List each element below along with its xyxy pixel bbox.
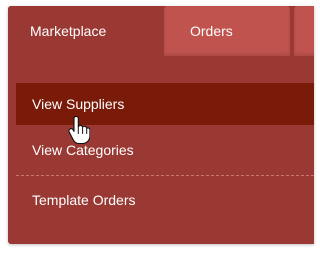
menu-item-label: View Suppliers — [32, 96, 125, 112]
hand-pointer-icon — [68, 116, 90, 144]
marketplace-dropdown-menu: View Suppliers View Categories Template … — [16, 83, 314, 225]
menu-item-view-categories[interactable]: View Categories — [16, 125, 314, 175]
tab-marketplace-label: Marketplace — [30, 23, 107, 39]
menu-item-label: Template Orders — [32, 192, 136, 208]
tab-orders[interactable]: Orders — [164, 6, 290, 56]
marketplace-menu-panel: Marketplace Orders View Suppliers View C… — [8, 6, 314, 244]
tab-orders-label: Orders — [190, 23, 233, 39]
menu-item-label: View Categories — [32, 142, 134, 158]
tab-partially-visible[interactable] — [294, 6, 314, 56]
menu-item-template-orders[interactable]: Template Orders — [16, 175, 314, 225]
menu-item-view-suppliers[interactable]: View Suppliers — [16, 83, 314, 125]
tab-marketplace[interactable]: Marketplace — [8, 6, 164, 56]
top-tabs: Marketplace Orders — [8, 6, 314, 56]
